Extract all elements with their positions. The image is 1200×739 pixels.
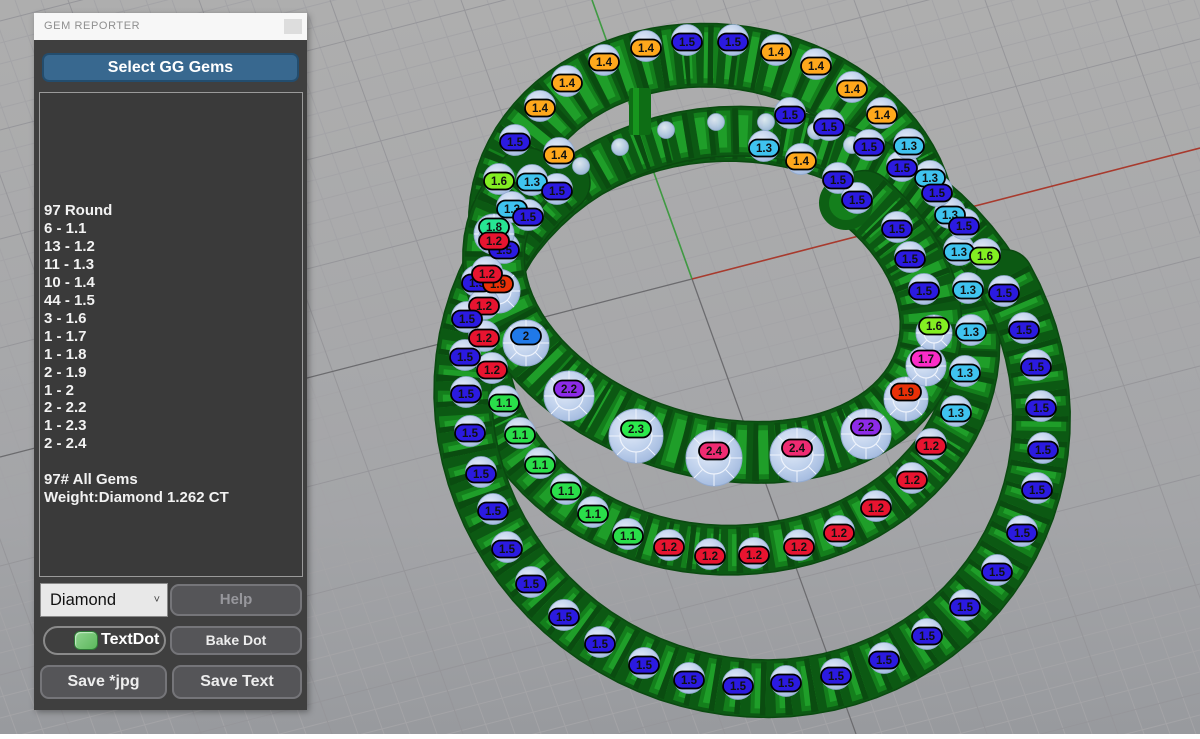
svg-text:1.2: 1.2	[923, 441, 939, 453]
svg-text:1.5: 1.5	[592, 639, 609, 651]
svg-text:1.1: 1.1	[585, 509, 602, 521]
svg-text:1.5: 1.5	[919, 631, 936, 643]
svg-text:1.5: 1.5	[1028, 362, 1045, 374]
svg-text:1.5: 1.5	[929, 188, 946, 200]
svg-text:1.5: 1.5	[636, 660, 653, 672]
svg-text:1.5: 1.5	[956, 221, 973, 233]
svg-text:1.5: 1.5	[778, 678, 795, 690]
svg-text:1.5: 1.5	[679, 37, 696, 49]
svg-text:1.5: 1.5	[523, 579, 540, 591]
svg-text:1.4: 1.4	[874, 110, 891, 122]
svg-text:1.2: 1.2	[746, 550, 762, 562]
svg-text:1.4: 1.4	[596, 57, 613, 69]
svg-text:1.4: 1.4	[532, 103, 549, 115]
svg-text:1.2: 1.2	[791, 542, 807, 554]
svg-text:1.5: 1.5	[462, 428, 479, 440]
svg-text:1.3: 1.3	[524, 177, 540, 189]
svg-text:1.2: 1.2	[868, 503, 884, 515]
svg-text:1.5: 1.5	[889, 224, 906, 236]
svg-text:1.5: 1.5	[876, 655, 893, 667]
svg-text:1.5: 1.5	[989, 567, 1006, 579]
svg-text:1.5: 1.5	[1029, 485, 1046, 497]
svg-text:1.5: 1.5	[459, 314, 476, 326]
svg-text:1.5: 1.5	[681, 675, 698, 687]
svg-text:1.3: 1.3	[951, 247, 967, 259]
svg-text:1.2: 1.2	[904, 475, 920, 487]
svg-text:1.4: 1.4	[551, 150, 568, 162]
svg-text:1.3: 1.3	[948, 408, 964, 420]
svg-text:1.5: 1.5	[499, 544, 516, 556]
svg-text:1.1: 1.1	[532, 460, 549, 472]
svg-text:1.5: 1.5	[828, 671, 845, 683]
svg-text:1.5: 1.5	[725, 37, 742, 49]
svg-text:2.3: 2.3	[628, 424, 644, 436]
svg-text:1.5: 1.5	[473, 469, 490, 481]
svg-text:1.2: 1.2	[479, 269, 495, 281]
svg-text:1.5: 1.5	[996, 288, 1013, 300]
svg-text:1.4: 1.4	[559, 78, 576, 90]
svg-text:1.4: 1.4	[808, 61, 825, 73]
svg-text:1.3: 1.3	[756, 143, 772, 155]
svg-text:1.5: 1.5	[849, 195, 866, 207]
svg-text:1.5: 1.5	[1016, 325, 1033, 337]
svg-text:1.2: 1.2	[484, 365, 500, 377]
svg-text:1.4: 1.4	[793, 156, 810, 168]
svg-text:1.5: 1.5	[902, 254, 919, 266]
svg-text:1.5: 1.5	[821, 122, 838, 134]
svg-text:1.6: 1.6	[977, 251, 993, 263]
svg-text:1.3: 1.3	[960, 285, 976, 297]
svg-text:2: 2	[523, 331, 529, 343]
svg-text:2.2: 2.2	[561, 384, 577, 396]
svg-text:1.3: 1.3	[963, 327, 979, 339]
svg-text:2.4: 2.4	[706, 446, 723, 458]
svg-text:1.1: 1.1	[558, 486, 575, 498]
svg-text:1.1: 1.1	[620, 531, 637, 543]
svg-text:1.5: 1.5	[730, 681, 747, 693]
svg-text:1.2: 1.2	[702, 551, 718, 563]
svg-text:1.3: 1.3	[922, 173, 938, 185]
svg-text:1.9: 1.9	[898, 387, 914, 399]
svg-text:1.2: 1.2	[486, 236, 502, 248]
svg-text:1.3: 1.3	[957, 368, 973, 380]
svg-text:1.5: 1.5	[507, 137, 524, 149]
svg-text:1.2: 1.2	[476, 333, 492, 345]
svg-text:1.1: 1.1	[496, 398, 513, 410]
svg-text:1.1: 1.1	[512, 430, 529, 442]
svg-text:2.2: 2.2	[858, 422, 874, 434]
svg-text:1.5: 1.5	[1033, 403, 1050, 415]
svg-text:1.5: 1.5	[520, 212, 537, 224]
svg-text:1.2: 1.2	[661, 542, 677, 554]
svg-text:1.5: 1.5	[549, 186, 566, 198]
svg-text:1.7: 1.7	[918, 354, 934, 366]
svg-text:1.5: 1.5	[556, 612, 573, 624]
svg-text:1.6: 1.6	[926, 321, 942, 333]
svg-text:1.5: 1.5	[916, 286, 933, 298]
svg-text:1.5: 1.5	[782, 110, 799, 122]
svg-text:1.5: 1.5	[1014, 528, 1031, 540]
svg-text:2.4: 2.4	[789, 443, 806, 455]
svg-text:1.3: 1.3	[901, 141, 917, 153]
svg-text:1.5: 1.5	[894, 163, 911, 175]
svg-text:1.5: 1.5	[830, 175, 847, 187]
svg-text:1.5: 1.5	[458, 389, 475, 401]
svg-text:1.4: 1.4	[638, 43, 655, 55]
svg-text:1.5: 1.5	[1035, 445, 1052, 457]
svg-text:1.4: 1.4	[768, 47, 785, 59]
svg-text:1.5: 1.5	[957, 602, 974, 614]
svg-text:1.5: 1.5	[485, 506, 502, 518]
svg-text:1.5: 1.5	[457, 352, 474, 364]
svg-text:1.2: 1.2	[831, 528, 847, 540]
svg-text:1.5: 1.5	[861, 142, 878, 154]
svg-text:1.6: 1.6	[491, 176, 507, 188]
svg-text:1.4: 1.4	[844, 84, 861, 96]
